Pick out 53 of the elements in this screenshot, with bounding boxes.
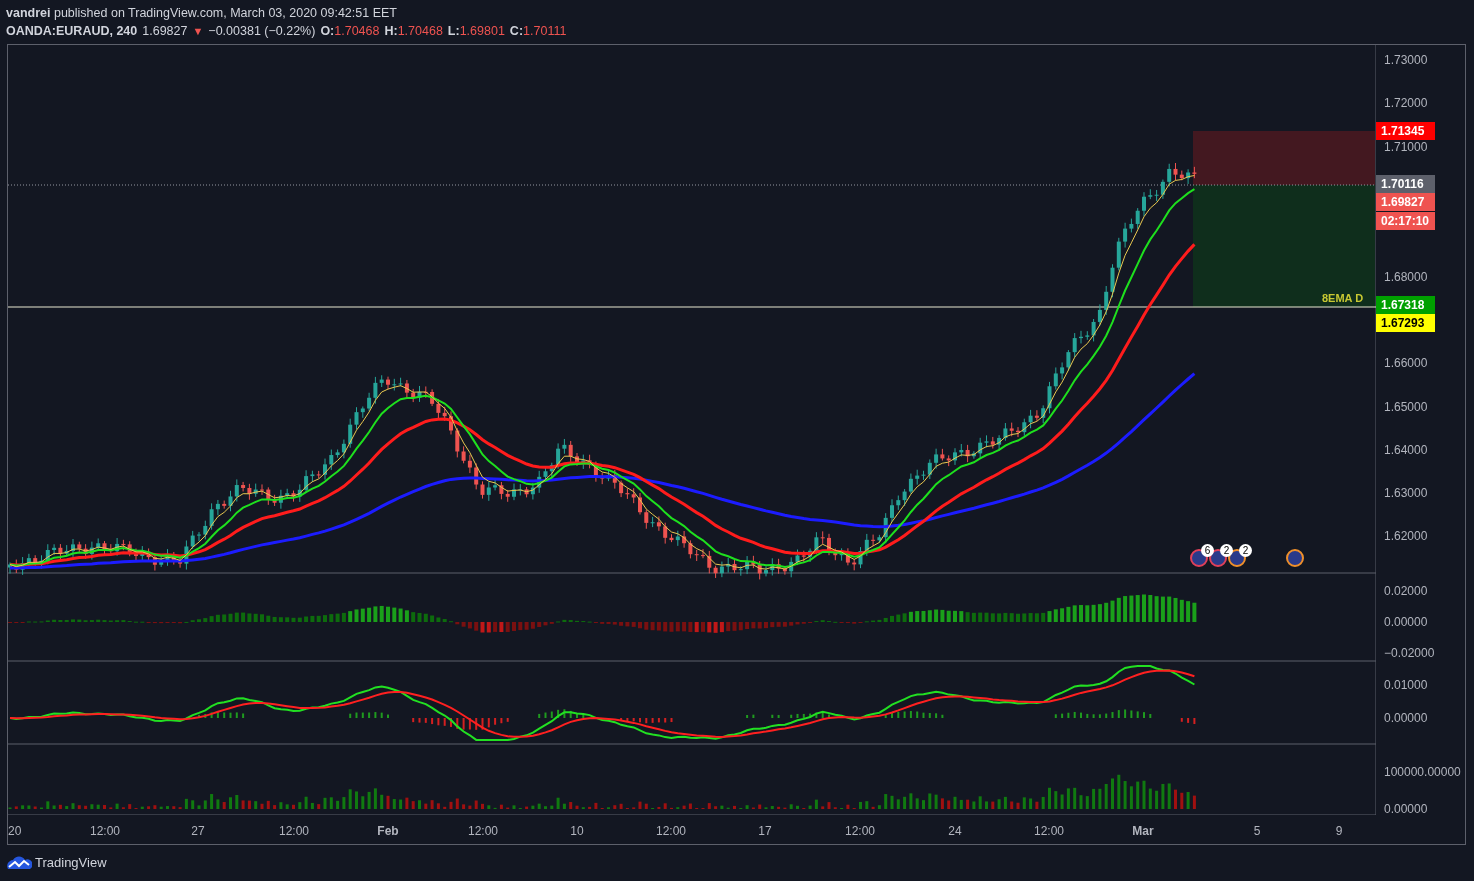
time-axis-label: 12:00 [656, 824, 686, 838]
time-axis-label: 12:00 [845, 824, 875, 838]
time-axis-label: 9 [1335, 824, 1343, 838]
brand-logo-text: TradingView [35, 854, 107, 872]
ohlc-value: 1.70468 [397, 23, 443, 40]
axis-label: 1.63000 [1384, 486, 1428, 500]
time-axis-label: 10 [570, 824, 584, 838]
level-label: 8EMA D [1322, 291, 1364, 305]
time-axis-label: 27 [191, 824, 205, 838]
time-axis-label: Feb [377, 824, 399, 838]
event-count: 2 [1239, 544, 1252, 557]
price-badge: 02:17:10 [1376, 212, 1435, 230]
axis-label: 100000.00000 [1384, 765, 1461, 779]
axis-label: 1.65000 [1384, 400, 1428, 414]
time-axis-label: 12:00 [90, 824, 120, 838]
ohlc-label: O: [320, 23, 335, 40]
down-arrow-indicator: ▼ [192, 24, 204, 39]
symbol-title: OANDA:EURAUD, 240 [6, 23, 138, 40]
price-badge: 1.67318 [1376, 296, 1435, 314]
time-axis-label: 5 [1253, 824, 1261, 838]
ohlc-label: H: [384, 23, 398, 40]
axis-label: 0.02000 [1384, 584, 1428, 598]
axis-label: 0.00000 [1384, 802, 1428, 816]
time-axis-label: 20 [8, 824, 22, 838]
price-badge: 1.69827 [1376, 193, 1435, 211]
axis-label: 0.01000 [1384, 678, 1428, 692]
axis-label: 1.64000 [1384, 443, 1428, 457]
axis-label: 1.68000 [1384, 270, 1428, 284]
time-axis-label: Mar [1132, 824, 1154, 838]
time-axis-label: 12:00 [1034, 824, 1064, 838]
last-price: 1.69827 [142, 23, 188, 40]
time-axis-label: 12:00 [279, 824, 309, 838]
axis-label: 1.72000 [1384, 96, 1428, 110]
price-badge: 1.67293 [1376, 314, 1435, 332]
price-badge: 1.71345 [1376, 122, 1435, 140]
axis-label: 0.00000 [1384, 615, 1428, 629]
ohlc-value: 1.69801 [459, 23, 505, 40]
time-axis-label: 17 [758, 824, 772, 838]
price-badge: 1.70116 [1376, 175, 1435, 193]
price-change: −0.00381 (−0.22%) [208, 23, 316, 40]
publish-byline: vandrei published on TradingView.com, March 03, 2020 09:42:51 EET [6, 5, 397, 22]
ohlc-label: L: [447, 23, 460, 40]
axis-label: 0.00000 [1384, 711, 1428, 725]
time-axis-label: 24 [948, 824, 962, 838]
ohlc-value: 1.70111 [523, 23, 567, 40]
axis-label: 1.71000 [1384, 140, 1428, 154]
axis-label: −0.02000 [1384, 646, 1435, 660]
time-axis-label: 12:00 [468, 824, 498, 838]
axis-label: 1.62000 [1384, 529, 1428, 543]
ohlc-value: 1.70468 [334, 23, 380, 40]
ohlc-label: C: [509, 23, 524, 40]
axis-label: 1.66000 [1384, 356, 1428, 370]
axis-label: 1.73000 [1384, 53, 1428, 67]
